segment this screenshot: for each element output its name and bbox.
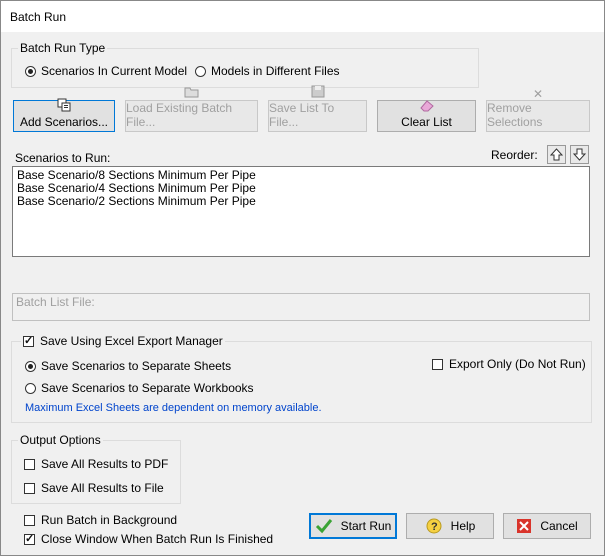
save-disk-icon — [311, 85, 325, 101]
reorder-label: Reorder: — [491, 148, 538, 162]
radio-models-in-different-files[interactable]: Models in Different Files — [195, 64, 340, 78]
radio-dot — [25, 360, 36, 372]
radio-separate-workbooks[interactable]: Save Scenarios to Separate Workbooks — [25, 381, 254, 395]
radio-dot — [25, 382, 36, 394]
export-only-checkbox[interactable]: Export Only (Do Not Run) — [432, 357, 586, 371]
help-icon: ? — [426, 518, 442, 534]
output-options-label: Output Options — [18, 433, 103, 447]
eraser-icon — [419, 99, 435, 115]
radio-separate-sheets[interactable]: Save Scenarios to Separate Sheets — [25, 359, 231, 373]
start-run-button[interactable]: Start Run — [309, 513, 397, 539]
checkbox-box — [23, 334, 34, 347]
excel-memory-note: Maximum Excel Sheets are dependent on me… — [25, 402, 322, 414]
cancel-x-icon — [517, 519, 532, 533]
batch-run-type-label: Batch Run Type — [18, 41, 108, 55]
window-title: Batch Run — [10, 10, 67, 24]
radio-label: Models in Different Files — [211, 64, 340, 78]
save-using-excel-export-manager-checkbox[interactable]: Save Using Excel Export Manager — [21, 334, 225, 348]
close-x-icon: ✕ — [532, 87, 544, 101]
add-scenarios-icon — [57, 98, 71, 115]
load-existing-batch-file-button[interactable]: Load Existing Batch File... — [125, 87, 258, 132]
batch-list-file-label: Batch List File: — [16, 295, 95, 309]
save-all-results-to-pdf-checkbox[interactable]: Save All Results to PDF — [24, 457, 168, 471]
radio-dot — [25, 65, 36, 77]
arrow-up-icon — [550, 148, 563, 161]
open-folder-icon — [184, 85, 200, 101]
batch-list-file-field — [12, 293, 590, 321]
checkbox-box — [24, 514, 35, 526]
list-item[interactable]: Base Scenario/2 Sections Minimum Per Pip… — [13, 195, 589, 208]
checkbox-box — [24, 458, 35, 470]
arrow-down-icon — [573, 148, 586, 161]
help-button[interactable]: ? Help — [406, 513, 494, 539]
radio-dot — [195, 65, 206, 77]
checkbox-box — [24, 482, 35, 494]
scenarios-to-run-label: Scenarios to Run: — [15, 151, 111, 165]
checkbox-box — [24, 532, 35, 545]
move-up-button[interactable] — [547, 145, 566, 164]
cancel-button[interactable]: Cancel — [503, 513, 591, 539]
remove-selections-button[interactable]: ✕ Remove Selections — [486, 88, 590, 132]
run-batch-in-background-checkbox[interactable]: Run Batch in Background — [24, 513, 177, 527]
clear-list-button[interactable]: Clear List — [377, 100, 476, 132]
svg-text:?: ? — [431, 521, 438, 533]
title-bar: Batch Run — [0, 0, 605, 32]
save-list-to-file-button[interactable]: Save List To File... — [268, 85, 367, 132]
radio-label: Scenarios In Current Model — [41, 64, 188, 78]
save-all-results-to-file-checkbox[interactable]: Save All Results to File — [24, 481, 164, 495]
close-window-when-finished-checkbox[interactable]: Close Window When Batch Run Is Finished — [24, 532, 273, 546]
checkbox-box — [432, 358, 443, 370]
add-scenarios-button[interactable]: Add Scenarios... — [13, 98, 115, 132]
scenarios-listbox[interactable]: Base Scenario/8 Sections Minimum Per Pip… — [12, 166, 590, 257]
radio-scenarios-in-current-model[interactable]: Scenarios In Current Model — [25, 64, 187, 78]
check-icon — [315, 519, 332, 534]
move-down-button[interactable] — [570, 145, 589, 164]
